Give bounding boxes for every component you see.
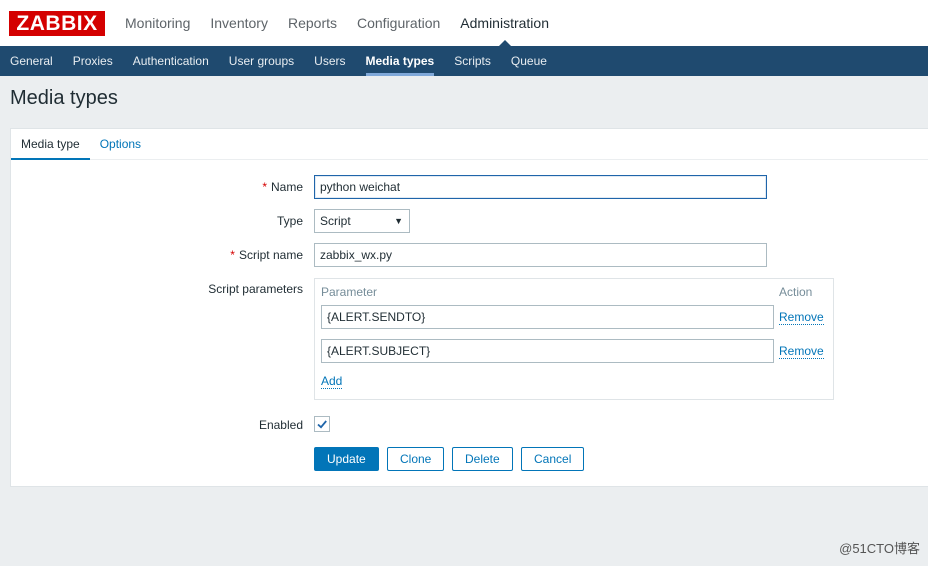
top-menu-configuration[interactable]: Configuration	[347, 0, 450, 46]
type-select[interactable]: Script ▼	[314, 209, 410, 233]
sub-menu-authentication[interactable]: Authentication	[123, 46, 219, 76]
top-menu-inventory[interactable]: Inventory	[200, 0, 278, 46]
sub-menu-general[interactable]: General	[0, 46, 63, 76]
sub-menu-queue[interactable]: Queue	[501, 46, 557, 76]
chevron-down-icon: ▼	[394, 216, 403, 226]
name-label: * Name	[262, 180, 303, 194]
parameter-column-header: Parameter	[321, 285, 378, 299]
type-select-value: Script	[320, 214, 351, 228]
sub-menu-scripts[interactable]: Scripts	[444, 46, 501, 76]
top-menu-monitoring[interactable]: Monitoring	[115, 0, 200, 46]
type-label: Type	[276, 214, 303, 228]
enabled-label: Enabled	[258, 418, 303, 432]
clone-button[interactable]: Clone	[387, 447, 445, 471]
tab-media-type[interactable]: Media type	[11, 129, 90, 160]
checkmark-icon	[317, 420, 327, 429]
watermark: @51CTO博客	[839, 541, 920, 556]
sub-menu: General Proxies Authentication User grou…	[0, 46, 928, 76]
name-label-text: Name	[270, 180, 303, 194]
form-tabs: Media type Options	[11, 129, 928, 160]
script-name-label: * Script name	[230, 248, 303, 262]
cancel-button[interactable]: Cancel	[521, 447, 585, 471]
update-button[interactable]: Update	[314, 447, 379, 471]
script-parameters-table: Parameter Action {ALERT.SENDTO} Remove {…	[314, 278, 834, 400]
enabled-checkbox[interactable]	[314, 416, 330, 432]
action-column-header: Action	[779, 285, 813, 299]
sub-menu-users[interactable]: Users	[304, 46, 355, 76]
top-menu-administration[interactable]: Administration	[450, 0, 559, 46]
page-title: Media types	[10, 87, 118, 109]
remove-parameter-link[interactable]: Remove	[779, 344, 824, 359]
tab-options[interactable]: Options	[90, 129, 151, 159]
name-input[interactable]: python weichat	[314, 175, 767, 199]
script-name-input[interactable]: zabbix_wx.py	[314, 243, 767, 267]
remove-parameter-link[interactable]: Remove	[779, 310, 824, 325]
required-mark: *	[262, 180, 267, 194]
top-menu-reports[interactable]: Reports	[278, 0, 347, 46]
top-menu: Monitoring Inventory Reports Configurati…	[115, 0, 559, 46]
sub-menu-proxies[interactable]: Proxies	[63, 46, 123, 76]
add-parameter-link[interactable]: Add	[321, 374, 343, 389]
sub-menu-user-groups[interactable]: User groups	[219, 46, 304, 76]
parameter-input[interactable]: {ALERT.SUBJECT}	[321, 339, 774, 363]
script-name-label-text: Script name	[238, 248, 303, 262]
sub-menu-media-types[interactable]: Media types	[356, 46, 445, 76]
script-parameters-label: Script parameters	[208, 282, 303, 296]
parameter-input[interactable]: {ALERT.SENDTO}	[321, 305, 774, 329]
zabbix-logo[interactable]: ZABBIX	[9, 11, 105, 36]
top-bar: ZABBIX Monitoring Inventory Reports Conf…	[0, 0, 928, 46]
required-mark: *	[230, 248, 235, 262]
media-type-form-panel: Media type Options * Name python weichat …	[10, 128, 928, 487]
delete-button[interactable]: Delete	[452, 447, 513, 471]
